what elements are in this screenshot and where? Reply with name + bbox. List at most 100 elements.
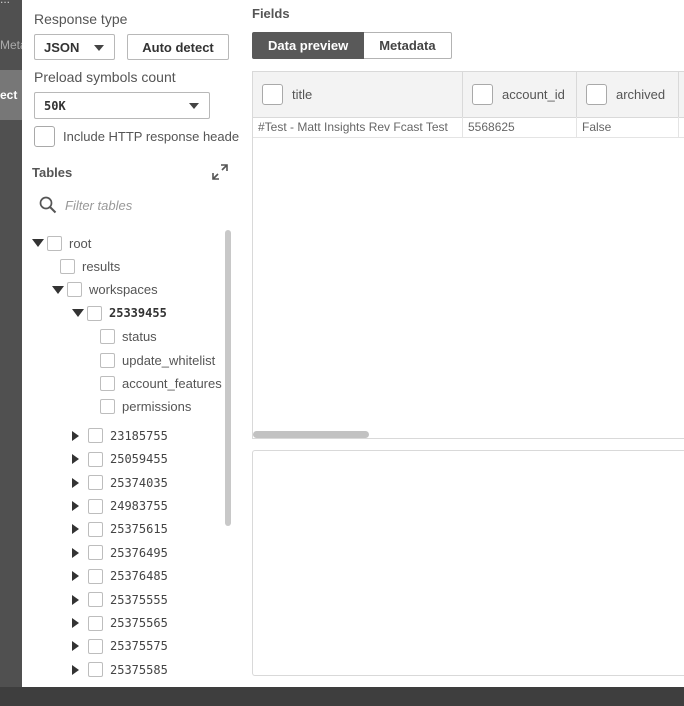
tree-item[interactable]: 25059455 [72,449,168,469]
caret-right-icon[interactable] [72,618,79,628]
auto-detect-button[interactable]: Auto detect [127,34,229,60]
column-checkbox[interactable] [262,84,283,105]
tree-item-label: 25375575 [110,639,168,654]
tree-item[interactable]: 25375555 [72,590,168,610]
filter-tables-input[interactable]: Filter tables [65,198,132,213]
caret-right-icon[interactable] [72,454,79,465]
tree-item-checkbox[interactable] [88,521,103,537]
column-checkbox[interactable] [472,84,493,105]
response-type-label: Response type [34,11,128,27]
tree-item-checkbox[interactable] [88,428,103,444]
bottom-bar [0,687,684,706]
tree-item-checkbox[interactable] [88,498,103,514]
response-type-dropdown[interactable]: JSON [34,34,115,60]
fields-tabs: Data preview Metadata [252,32,452,59]
tree-item[interactable]: 25375615 [72,519,168,539]
grid-horizontal-scrollbar[interactable] [253,431,369,438]
tree-item-checkbox[interactable] [88,568,103,584]
background-label: ect [0,88,18,102]
tree-item-checkbox[interactable] [100,375,115,391]
tree-item[interactable]: workspaces [52,280,158,300]
column-label: title [292,87,313,102]
tree-item-label: 25375555 [110,592,168,607]
tree-item[interactable]: 23185755 [72,426,168,446]
tree-item[interactable]: permissions [100,397,191,417]
caret-down-icon[interactable] [72,309,84,318]
column-header-title[interactable]: title [253,72,463,117]
response-type-value: JSON [44,39,80,55]
background-label: ... [0,0,22,6]
tree-item-label: 25376495 [110,545,168,560]
tree-item-label: 24983755 [110,499,168,513]
tree-item-label: results [82,258,121,274]
tree-item-checkbox[interactable] [88,662,103,678]
column-header-account-id[interactable]: account_id [463,72,577,117]
tree-item-label: 25059455 [110,452,168,467]
tree-item-checkbox[interactable] [88,615,103,631]
tree-item-checkbox[interactable] [88,638,103,654]
tree-item[interactable]: 25376495 [72,543,168,563]
tree-item-label: status [122,329,157,345]
tree-item-checkbox[interactable] [47,235,62,251]
caret-right-icon[interactable] [72,664,79,675]
caret-down-icon[interactable] [52,285,64,294]
caret-right-icon[interactable] [72,547,79,558]
tree-item[interactable]: 25375585 [72,660,168,680]
tree-item-label: 25375615 [110,522,168,537]
tree-item[interactable]: status [100,327,157,347]
background-app-strip: ... Meta ect [0,0,22,706]
tree-item-checkbox[interactable] [88,475,103,491]
tree-item-label: permissions [122,399,192,415]
tree-item-label: account_features [122,375,222,391]
tree-item-checkbox[interactable] [60,258,75,274]
caret-right-icon[interactable] [72,477,79,488]
column-label: archived [616,87,666,102]
tree-item[interactable]: 25374035 [72,473,168,493]
table-cell: 5568625 [463,117,577,137]
column-header-archived[interactable]: archived [577,72,679,117]
tree-item-checkbox[interactable] [88,592,103,608]
expand-icon[interactable] [211,163,229,181]
caret-down-icon[interactable] [32,239,44,247]
tree-item-checkbox[interactable] [100,329,115,345]
data-connection-panel: Response type JSON Auto detect Preload s… [22,0,684,687]
tree-item-label: workspaces [89,282,158,298]
tab-data-preview[interactable]: Data preview [252,32,365,59]
tree-item[interactable]: root [32,233,91,253]
tree-item-checkbox[interactable] [67,282,82,298]
caret-right-icon[interactable] [72,430,79,441]
include-http-checkbox[interactable] [34,126,55,147]
tables-scrollbar[interactable] [225,230,231,526]
tree-item[interactable]: 25375565 [72,613,168,633]
tree-item[interactable]: 25339455 [72,303,167,323]
tree-item-checkbox[interactable] [88,545,103,561]
tree-item-label: 25375585 [110,662,168,677]
tree-item-checkbox[interactable] [100,399,115,415]
tree-item[interactable]: results [60,256,120,276]
tree-item[interactable]: 25376485 [72,566,168,586]
caret-right-icon[interactable] [72,641,79,652]
caret-right-icon[interactable] [72,594,79,605]
fields-title: Fields [252,6,290,21]
caret-right-icon[interactable] [72,524,79,535]
caret-right-icon[interactable] [72,501,79,511]
column-checkbox[interactable] [586,84,607,105]
tree-item-checkbox[interactable] [87,305,102,321]
tree-item-label: root [69,235,92,251]
search-icon [39,196,57,214]
tree-item[interactable]: 25375575 [72,636,168,656]
tree-item[interactable]: 24983755 [72,496,168,516]
filter-tables-search[interactable]: Filter tables [39,196,132,214]
tab-metadata[interactable]: Metadata [364,32,452,59]
caret-right-icon[interactable] [72,571,79,582]
tree-item-checkbox[interactable] [88,451,103,467]
include-http-option[interactable]: Include HTTP response heade [34,126,239,147]
tree-item-checkbox[interactable] [100,352,115,368]
tree-item-label: 25375565 [110,616,168,630]
tree-item-label: 25374035 [110,475,168,490]
tree-item[interactable]: account_features [100,373,222,393]
tree-item[interactable]: update_whitelist [100,350,215,370]
column-label: account_id [502,87,565,102]
preload-symbols-value: 50K [44,98,66,113]
preload-symbols-dropdown[interactable]: 50K [34,92,210,119]
